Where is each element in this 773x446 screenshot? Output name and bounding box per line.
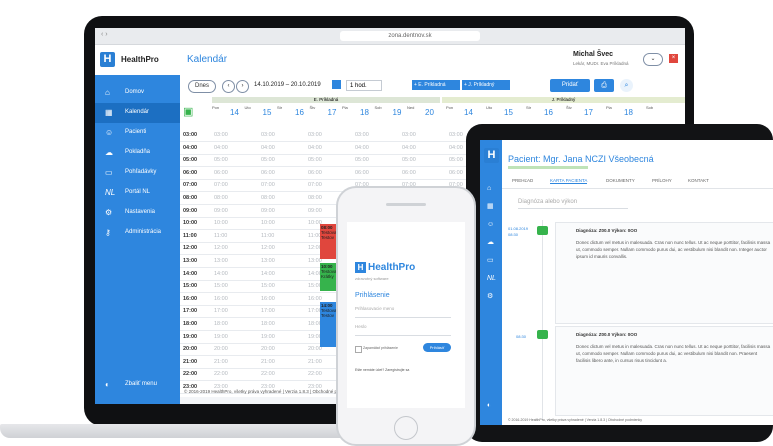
phone-home-button[interactable] <box>394 416 418 440</box>
entry-1-date: 01.08.2019 08:30 <box>508 226 529 237</box>
sidebar-item-pohladavky[interactable]: ▭ Pohľadávky <box>95 163 180 183</box>
password-input[interactable]: Heslo <box>355 324 451 336</box>
phone-tagline: zdravotný software <box>355 276 389 281</box>
tab-dokumenty[interactable]: DOKUMENTY <box>606 178 635 183</box>
timeline-line <box>542 220 543 420</box>
add-button[interactable]: Pridať <box>550 79 590 92</box>
login-button[interactable]: Prihlásiť <box>423 343 451 352</box>
user-menu-button[interactable]: ⌄ <box>643 53 663 66</box>
sidebar-item-kalendar[interactable]: ▦ Kalendár <box>95 103 180 123</box>
prev-week-button[interactable]: ‹ <box>222 80 235 93</box>
register-link[interactable]: Ešte nemáte účet? Zaregistrujte sa <box>355 368 409 372</box>
today-button[interactable]: Dnes <box>188 80 216 93</box>
sidebar-item-pokladna[interactable]: ☁ Pokladňa <box>95 143 180 163</box>
next-week-button[interactable]: › <box>236 80 249 93</box>
patient-title: Pacient: Mgr. Jana NCZI Všeobecná <box>508 154 654 164</box>
cloud-icon: ☁ <box>105 148 113 157</box>
print-icon[interactable]: ⎙ <box>594 79 614 92</box>
entry-1-card[interactable]: Diagnóza: Z00.0 Výkon: 0OO Donec dictum … <box>555 222 773 324</box>
tablet-footer: © 2016-2019 HealthPro, všetky práva vyhr… <box>508 418 642 422</box>
url-bar[interactable]: zona.dentnov.sk <box>340 31 480 41</box>
column-group-a: E. Príkladná <box>212 97 440 103</box>
column-group-b: J. Príkladný <box>442 97 685 103</box>
sidebar-item-pacienti[interactable]: ☺ Pacienti <box>95 123 180 143</box>
entry-2-heading: Diagnóza: Z00.0 Výkon: 0OO <box>576 332 638 337</box>
collapse-icon: ◐ <box>105 380 110 389</box>
healthpro-logo-icon: H <box>100 52 115 67</box>
phone-brand: HealthPro <box>368 262 416 273</box>
user-role: Lekár, MUDr. Eva Príkladná <box>573 61 629 66</box>
page-title: Kalendár <box>187 54 228 65</box>
entry-1-note-icon <box>537 226 548 235</box>
tab-kontakt[interactable]: KONTAKT <box>688 178 709 183</box>
entry-1-text: Donec dictum vel metus in malesuada. Cra… <box>576 240 771 259</box>
sidebar-item-portal-nl[interactable]: NL Portál NL <box>95 183 180 203</box>
phone-heading: Prihlásenie <box>355 292 390 299</box>
doctor-filter-a[interactable]: + E. Príkladná <box>412 80 460 90</box>
logout-icon[interactable]: × <box>669 54 678 63</box>
date-range: 14.10.2019 – 20.10.2019 <box>254 82 321 88</box>
remember-label: Zapamätať prihlásenie <box>363 346 398 350</box>
patients-icon: ☺ <box>105 128 114 137</box>
tab-bar: PREHĽAD KARTA PACIENTA DOKUMENTY PRÍLOHY… <box>502 174 773 189</box>
search-icon[interactable]: ⌕ <box>620 79 633 92</box>
gear-icon: ⚙ <box>105 208 113 217</box>
home-icon: ⌂ <box>105 88 110 97</box>
sidebar-item-administracia[interactable]: ⚷ Administrácia <box>95 223 180 243</box>
user-name: Michal Švec <box>573 51 614 58</box>
patient-badge-strip <box>508 166 588 169</box>
entry-2-note-icon <box>537 330 548 339</box>
sidebar-item-domov[interactable]: ⌂ Domov <box>95 83 180 103</box>
sidebar-item-nastavenia[interactable]: ⚙ Nastavenia <box>95 203 180 223</box>
entry-2-time: 08:30 <box>516 334 527 339</box>
phone-screen: H HealthPro zdravotný software Prihlásen… <box>347 222 465 408</box>
calendar-icon: ▦ <box>105 108 113 117</box>
collapse-menu-button[interactable]: ◐ Zbaliť menu <box>95 375 180 395</box>
nl-icon: NL <box>105 188 116 197</box>
tab-karta-pacienta[interactable]: KARTA PACIENTA <box>550 178 588 184</box>
phone-logo-icon: H <box>355 262 366 273</box>
key-icon: ⚷ <box>105 228 111 237</box>
calendar-toolbar: Dnes ‹ › 14.10.2019 – 20.10.2019 1 hod. … <box>180 75 685 98</box>
tablet-screen: H ⌂ ▦ ☺ ☁ ▭ NL ⚙ ◐ Pacient: Mgr. Jana NCZI Vše… <box>480 140 773 425</box>
card-icon: ▭ <box>105 168 113 177</box>
app-name: HealthPro <box>121 55 159 64</box>
sidebar: ⌂ Domov ▦ Kalendár ☺ Pacienti ☁ Pokladňa ▭ Po… <box>95 75 180 404</box>
doctor-filter-b[interactable]: + J. Príkladný <box>462 80 510 90</box>
entry-2-card[interactable]: Diagnóza: Z00.0 Výkon: 0OO Donec dictum … <box>555 326 773 416</box>
tablet-collapse-icon[interactable]: ◐ <box>487 402 491 409</box>
username-input[interactable]: Prihlasovacie meno <box>355 306 451 318</box>
remember-checkbox[interactable] <box>355 346 362 353</box>
tablet-logo-icon: H <box>484 148 499 163</box>
tablet-sidebar: H ⌂ ▦ ☺ ☁ ▭ NL ⚙ ◐ <box>480 140 502 425</box>
browser-chrome: ‹ › zona.dentnov.sk <box>95 28 685 45</box>
entry-1-heading: Diagnóza: Z00.0 Výkon: 0OO <box>576 228 638 233</box>
diagnosis-search-input[interactable]: Diagnóza alebo výkon <box>518 196 628 209</box>
phone-speaker <box>386 203 426 206</box>
tab-prilohy[interactable]: PRÍLOHY <box>652 178 672 183</box>
back-forward-icon[interactable]: ‹ › <box>101 31 108 38</box>
laptop-footer: © 2016-2019 HealthPro, všetky práva vyhr… <box>184 389 357 394</box>
mini-calendar-icon[interactable]: ▣ <box>183 105 193 118</box>
tab-prehlad[interactable]: PREHĽAD <box>512 178 533 183</box>
entry-2-text: Donec dictum vel metus in malesuada. Cra… <box>576 344 771 363</box>
date-picker-icon[interactable] <box>332 80 341 89</box>
interval-select[interactable]: 1 hod. <box>346 80 382 91</box>
tablet-nav-icons[interactable]: ⌂ ▦ ☺ ☁ ▭ NL ⚙ <box>487 180 496 306</box>
app-header: H HealthPro Kalendár Michal Švec Lekár, … <box>95 45 685 76</box>
